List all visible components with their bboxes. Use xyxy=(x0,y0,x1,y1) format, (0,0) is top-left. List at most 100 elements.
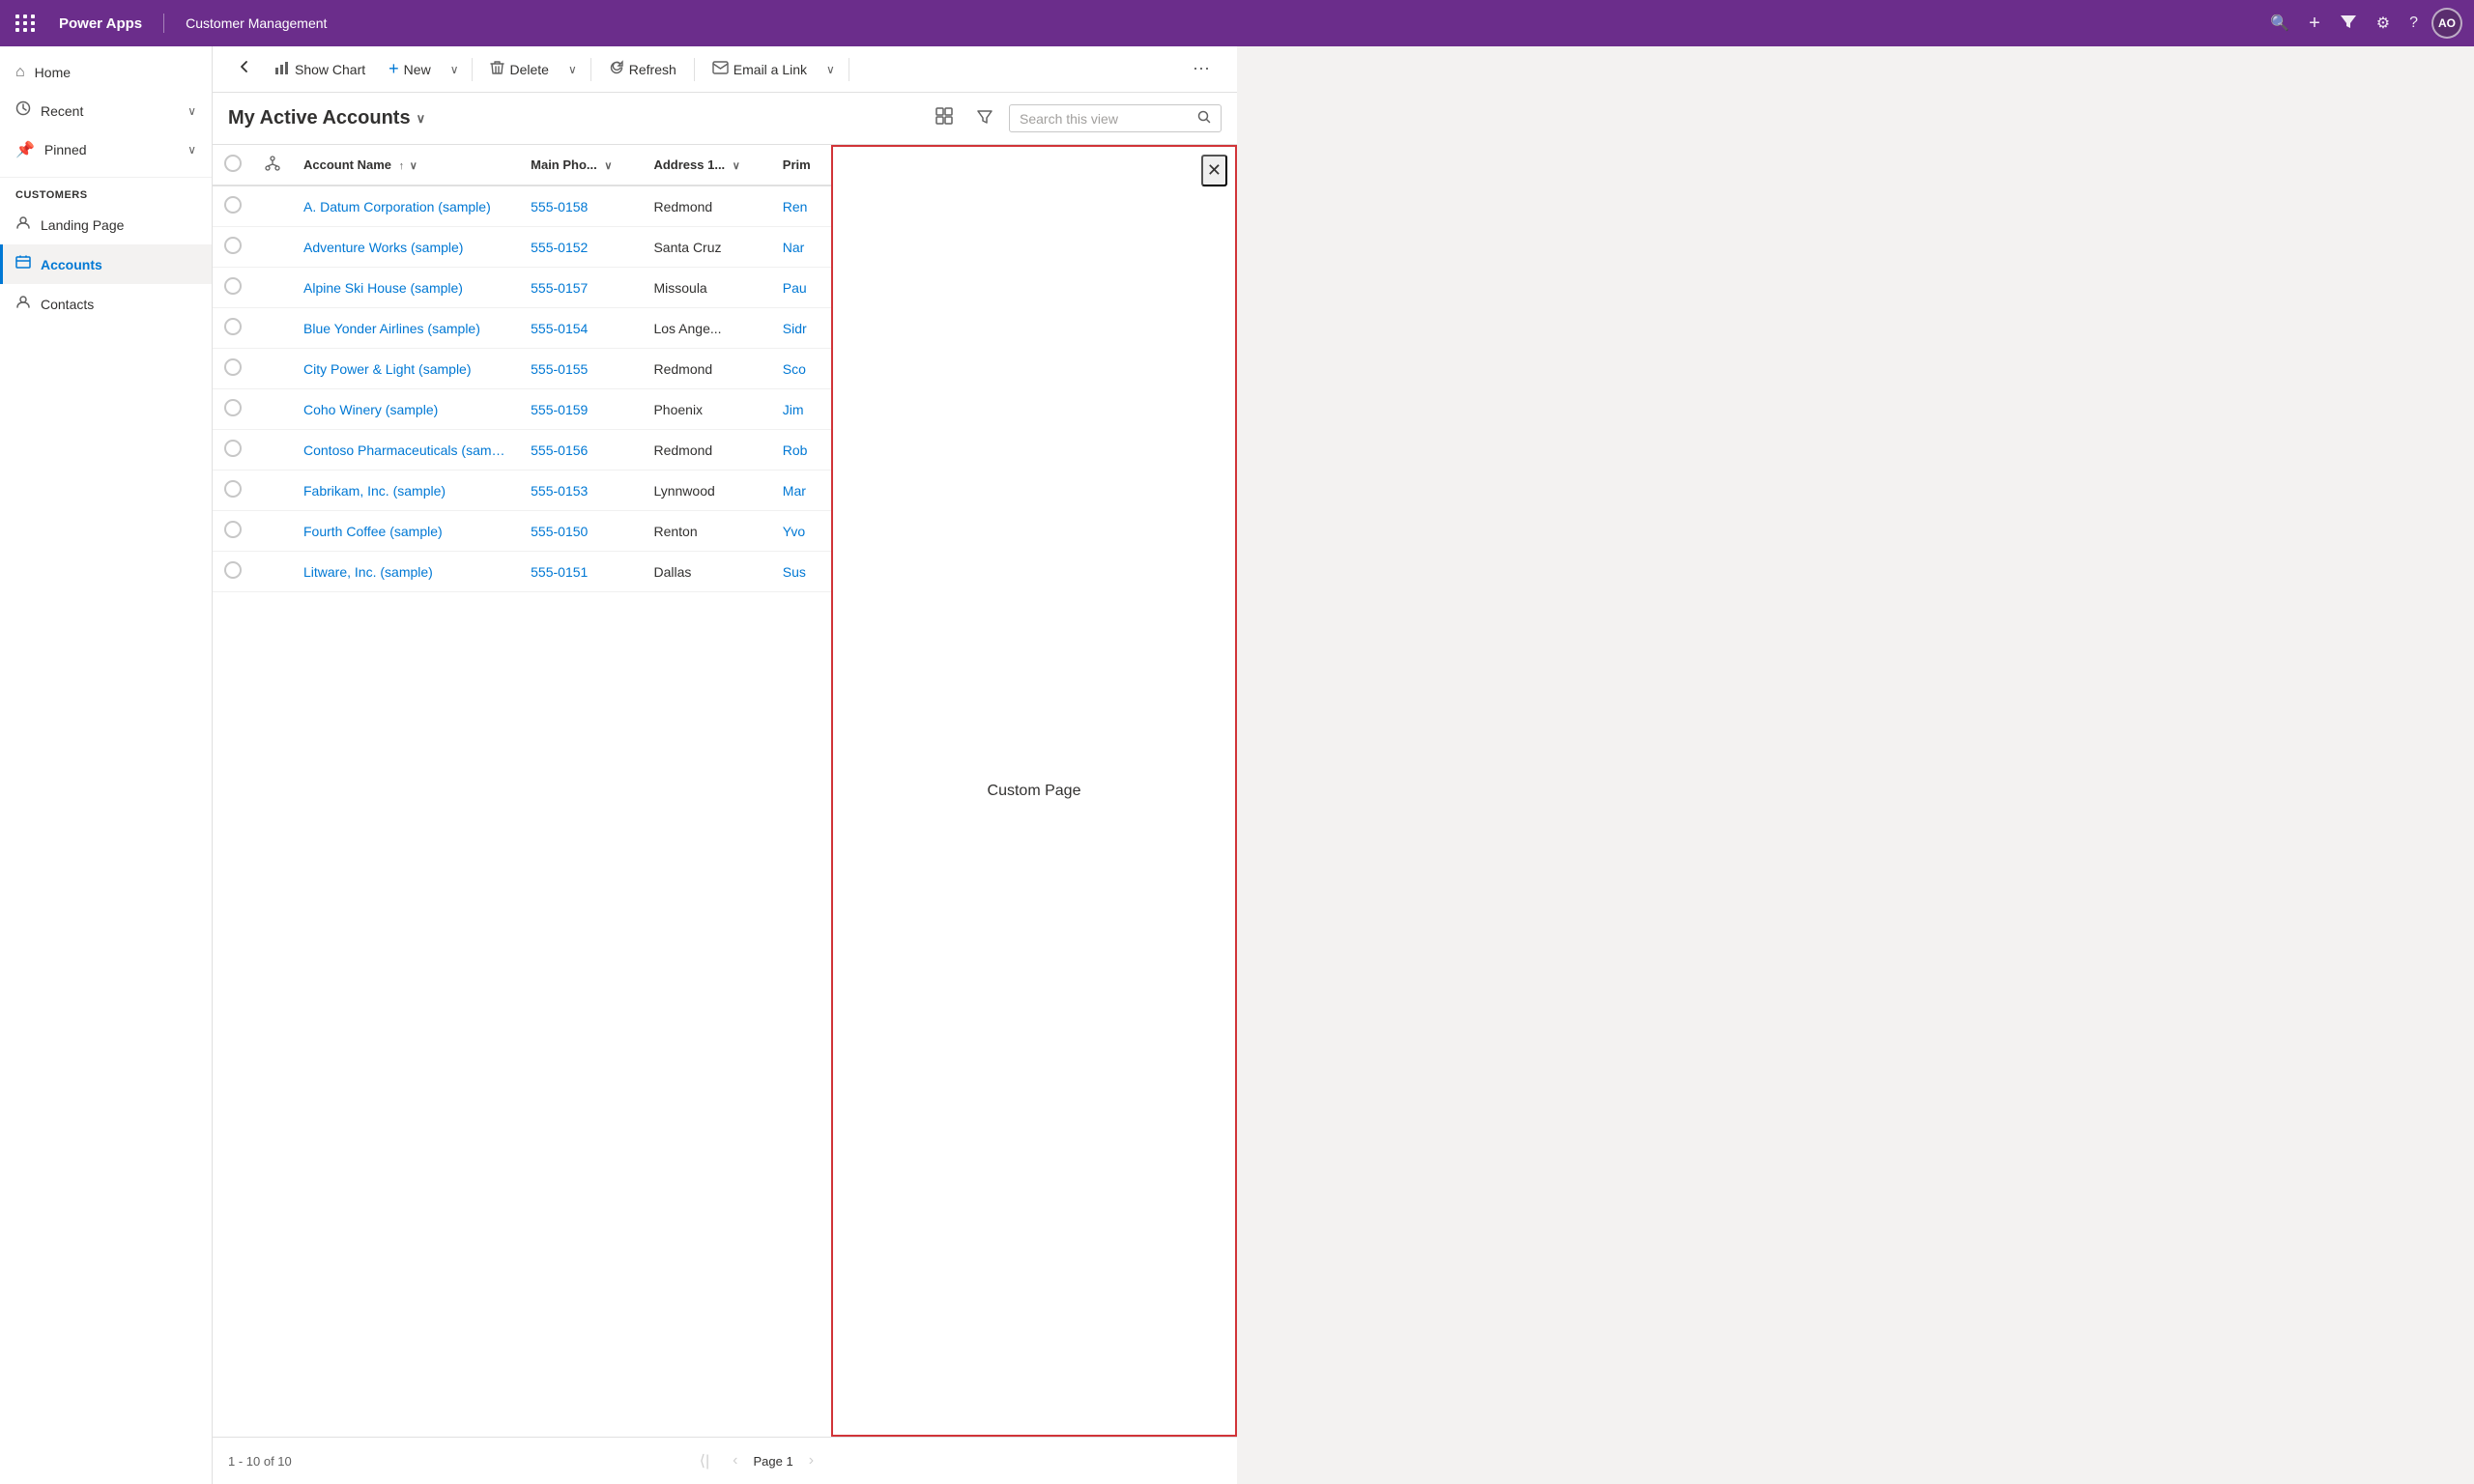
primary-cell[interactable]: Nar xyxy=(771,227,831,268)
delete-button[interactable]: Delete xyxy=(480,54,558,85)
table-row[interactable]: Alpine Ski House (sample) 555-0157 Misso… xyxy=(213,268,831,308)
table-row[interactable]: Fabrikam, Inc. (sample) 555-0153 Lynnwoo… xyxy=(213,471,831,511)
row-checkbox[interactable] xyxy=(224,440,242,457)
sidebar-item-contacts[interactable]: Contacts xyxy=(0,284,212,324)
more-commands-button[interactable]: ⋯ xyxy=(1183,53,1222,85)
search-icon[interactable]: 🔍 xyxy=(2264,8,2295,39)
primary-cell[interactable]: Sus xyxy=(771,552,831,592)
main-phone-cell[interactable]: 555-0150 xyxy=(519,511,642,552)
account-name-cell[interactable]: Adventure Works (sample) xyxy=(292,227,519,268)
settings-icon[interactable]: ⚙ xyxy=(2371,8,2396,39)
table-row[interactable]: Blue Yonder Airlines (sample) 555-0154 L… xyxy=(213,308,831,349)
waffle-menu[interactable] xyxy=(12,11,40,36)
row-checkbox[interactable] xyxy=(224,277,242,295)
next-page-button[interactable]: › xyxy=(801,1448,821,1473)
panel-close-button[interactable]: ✕ xyxy=(1201,155,1227,186)
primary-cell[interactable]: Mar xyxy=(771,471,831,511)
prev-page-button[interactable]: ‹ xyxy=(725,1448,745,1473)
main-phone-cell[interactable]: 555-0151 xyxy=(519,552,642,592)
row-checkbox[interactable] xyxy=(224,521,242,538)
search-input[interactable] xyxy=(1020,111,1192,127)
refresh-icon xyxy=(609,60,624,79)
primary-cell[interactable]: Rob xyxy=(771,430,831,471)
email-dropdown-chevron[interactable]: ∨ xyxy=(820,57,841,82)
account-name-header[interactable]: Account Name ↑ ∨ xyxy=(292,145,519,186)
first-page-button[interactable]: ⟨| xyxy=(692,1447,717,1474)
user-avatar[interactable]: AO xyxy=(2431,8,2462,39)
table-row[interactable]: Contoso Pharmaceuticals (sample) 555-015… xyxy=(213,430,831,471)
hierarchy-header xyxy=(253,145,292,186)
sidebar-item-recent[interactable]: Recent ∨ xyxy=(0,91,212,130)
account-name-cell[interactable]: Coho Winery (sample) xyxy=(292,389,519,430)
show-chart-button[interactable]: Show Chart xyxy=(265,54,375,85)
new-dropdown-chevron[interactable]: ∨ xyxy=(445,57,465,82)
row-checkbox[interactable] xyxy=(224,480,242,498)
cmd-divider-2 xyxy=(590,58,591,81)
primary-cell[interactable]: Sidr xyxy=(771,308,831,349)
account-name-cell[interactable]: Fourth Coffee (sample) xyxy=(292,511,519,552)
sidebar-item-landing-page[interactable]: Landing Page xyxy=(0,205,212,244)
filter-icon[interactable] xyxy=(2334,7,2363,41)
main-phone-cell[interactable]: 555-0152 xyxy=(519,227,642,268)
delete-dropdown-chevron[interactable]: ∨ xyxy=(562,57,583,82)
primary-cell[interactable]: Jim xyxy=(771,389,831,430)
select-all-header[interactable] xyxy=(213,145,253,186)
view-title[interactable]: My Active Accounts ∨ xyxy=(228,107,425,129)
more-icon: ⋯ xyxy=(1193,59,1212,79)
account-name-cell[interactable]: Alpine Ski House (sample) xyxy=(292,268,519,308)
main-phone-cell[interactable]: 555-0158 xyxy=(519,186,642,227)
row-checkbox[interactable] xyxy=(224,399,242,416)
sidebar-item-pinned[interactable]: 📌 Pinned ∨ xyxy=(0,130,212,169)
add-icon[interactable]: + xyxy=(2303,7,2326,41)
primary-header[interactable]: Prim xyxy=(771,145,831,186)
command-bar: Show Chart + New ∨ Delete ∨ Refresh xyxy=(213,46,1237,93)
account-name-filter-icon[interactable]: ∨ xyxy=(410,160,417,172)
main-phone-cell[interactable]: 555-0154 xyxy=(519,308,642,349)
table-row[interactable]: Adventure Works (sample) 555-0152 Santa … xyxy=(213,227,831,268)
primary-cell[interactable]: Ren xyxy=(771,186,831,227)
account-name-cell[interactable]: City Power & Light (sample) xyxy=(292,349,519,389)
main-phone-cell[interactable]: 555-0159 xyxy=(519,389,642,430)
main-phone-header[interactable]: Main Pho... ∨ xyxy=(519,145,642,186)
main-phone-cell[interactable]: 555-0157 xyxy=(519,268,642,308)
table-row[interactable]: Fourth Coffee (sample) 555-0150 Renton Y… xyxy=(213,511,831,552)
primary-cell[interactable]: Yvo xyxy=(771,511,831,552)
table-row[interactable]: Litware, Inc. (sample) 555-0151 Dallas S… xyxy=(213,552,831,592)
search-box[interactable] xyxy=(1009,104,1222,132)
account-name-cell[interactable]: Litware, Inc. (sample) xyxy=(292,552,519,592)
primary-cell[interactable]: Sco xyxy=(771,349,831,389)
table-row[interactable]: A. Datum Corporation (sample) 555-0158 R… xyxy=(213,186,831,227)
main-phone-cell[interactable]: 555-0155 xyxy=(519,349,642,389)
new-icon: + xyxy=(388,59,399,79)
row-checkbox[interactable] xyxy=(224,196,242,214)
new-button[interactable]: + New xyxy=(379,53,441,85)
view-layout-button[interactable] xyxy=(928,102,961,134)
main-phone-cell[interactable]: 555-0156 xyxy=(519,430,642,471)
primary-cell[interactable]: Pau xyxy=(771,268,831,308)
row-checkbox[interactable] xyxy=(224,318,242,335)
sidebar-item-accounts[interactable]: Accounts xyxy=(0,244,212,284)
row-checkbox[interactable] xyxy=(224,561,242,579)
refresh-button[interactable]: Refresh xyxy=(599,54,686,85)
page-label: Page 1 xyxy=(753,1454,792,1469)
filter-button[interactable] xyxy=(968,102,1001,134)
account-name-cell[interactable]: A. Datum Corporation (sample) xyxy=(292,186,519,227)
account-name-cell[interactable]: Fabrikam, Inc. (sample) xyxy=(292,471,519,511)
sidebar-item-home[interactable]: ⌂ Home xyxy=(0,54,212,91)
landing-page-icon xyxy=(15,214,31,235)
help-icon[interactable]: ? xyxy=(2403,9,2424,38)
back-button[interactable] xyxy=(228,52,261,86)
address1-header[interactable]: Address 1... ∨ xyxy=(642,145,770,186)
address1-sort-icon: ∨ xyxy=(733,160,740,172)
table-row[interactable]: City Power & Light (sample) 555-0155 Red… xyxy=(213,349,831,389)
table-row[interactable]: Coho Winery (sample) 555-0159 Phoenix Ji… xyxy=(213,389,831,430)
search-submit-icon[interactable] xyxy=(1197,110,1211,127)
main-phone-cell[interactable]: 555-0153 xyxy=(519,471,642,511)
sidebar: ⌂ Home Recent ∨ 📌 Pinned ∨ Customers Lan… xyxy=(0,46,213,1484)
email-link-button[interactable]: Email a Link xyxy=(703,55,817,84)
row-checkbox[interactable] xyxy=(224,358,242,376)
address1-cell: Phoenix xyxy=(642,389,770,430)
account-name-cell[interactable]: Blue Yonder Airlines (sample) xyxy=(292,308,519,349)
row-checkbox[interactable] xyxy=(224,237,242,254)
account-name-cell[interactable]: Contoso Pharmaceuticals (sample) xyxy=(292,430,519,471)
